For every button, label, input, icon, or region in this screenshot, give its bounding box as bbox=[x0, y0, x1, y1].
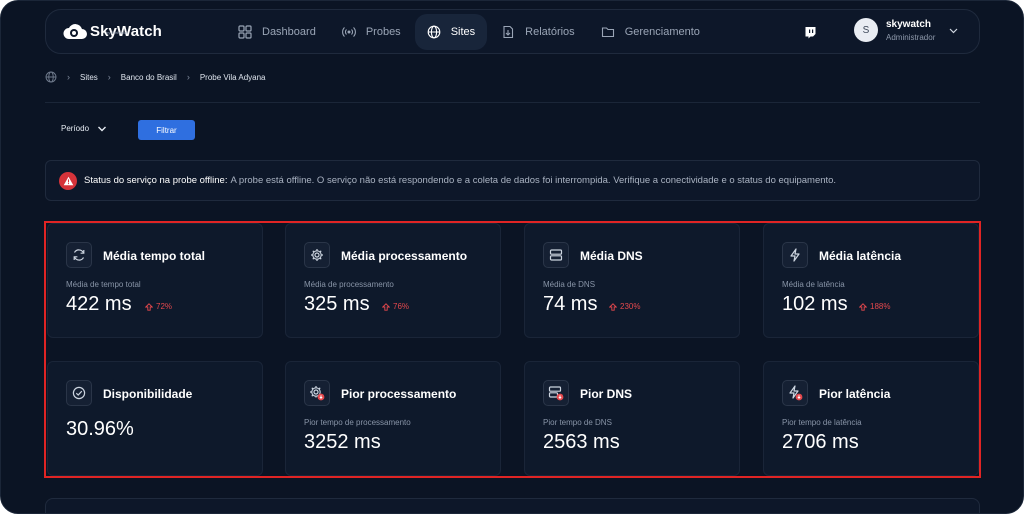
nav-label: Dashboard bbox=[262, 26, 316, 38]
nav-gerenciamento[interactable]: Gerenciamento bbox=[589, 14, 712, 50]
main-nav: Dashboard Probes Sites Relatórios Gerenc… bbox=[226, 14, 714, 50]
avatar: S bbox=[854, 18, 878, 42]
breadcrumb-separator: › bbox=[107, 72, 111, 82]
period-label: Período bbox=[61, 124, 90, 133]
nav-label: Relatórios bbox=[525, 26, 575, 38]
chevron-down-icon bbox=[98, 126, 107, 131]
breadcrumb: › Sites › Banco do Brasil › Probe Vila A… bbox=[45, 71, 266, 83]
twitch-icon[interactable] bbox=[804, 26, 817, 39]
filter-button[interactable]: Filtrar bbox=[138, 120, 195, 140]
breadcrumb-separator: › bbox=[186, 72, 190, 82]
breadcrumb-client[interactable]: Banco do Brasil bbox=[121, 73, 177, 82]
nav-sites[interactable]: Sites bbox=[414, 14, 488, 50]
offline-alert: Status do serviço na probe offline: A pr… bbox=[45, 160, 980, 201]
bottom-panel bbox=[45, 498, 980, 513]
warning-icon bbox=[59, 171, 77, 190]
nav-dashboard[interactable]: Dashboard bbox=[226, 14, 328, 50]
breadcrumb-probe: Probe Vila Adyana bbox=[199, 72, 266, 82]
user-info: skywatch Administrador bbox=[886, 19, 935, 42]
report-icon bbox=[503, 25, 514, 39]
folder-icon bbox=[601, 27, 614, 38]
app-window: SkyWatch by Embratel Dashboard Probes Si… bbox=[0, 0, 1024, 514]
chevron-down-icon bbox=[949, 28, 958, 33]
broadcast-icon bbox=[341, 27, 356, 37]
app-subtitle: by Embratel bbox=[106, 30, 128, 35]
nav-label: Gerenciamento bbox=[624, 26, 700, 38]
globe-icon[interactable] bbox=[45, 71, 57, 83]
user-role: Administrador bbox=[886, 32, 936, 42]
highlight-box bbox=[44, 221, 981, 478]
top-navbar: SkyWatch by Embratel Dashboard Probes Si… bbox=[45, 9, 980, 54]
globe-icon bbox=[427, 25, 441, 39]
grid-icon bbox=[238, 25, 252, 39]
period-select[interactable]: Período bbox=[61, 124, 107, 133]
nav-label: Sites bbox=[450, 26, 476, 38]
nav-relatorios[interactable]: Relatórios bbox=[489, 14, 587, 50]
breadcrumb-sites[interactable]: Sites bbox=[80, 73, 98, 82]
alert-message: A probe está offline. O serviço não está… bbox=[230, 175, 837, 186]
user-name: skywatch bbox=[886, 18, 932, 30]
breadcrumb-separator: › bbox=[67, 72, 70, 82]
nav-label: Probes bbox=[365, 26, 401, 38]
cloud-logo-icon bbox=[63, 24, 87, 39]
user-menu[interactable]: S skywatch Administrador bbox=[854, 18, 958, 42]
divider bbox=[45, 102, 980, 103]
alert-title: Status do serviço na probe offline: bbox=[84, 175, 228, 186]
nav-probes[interactable]: Probes bbox=[330, 14, 413, 50]
